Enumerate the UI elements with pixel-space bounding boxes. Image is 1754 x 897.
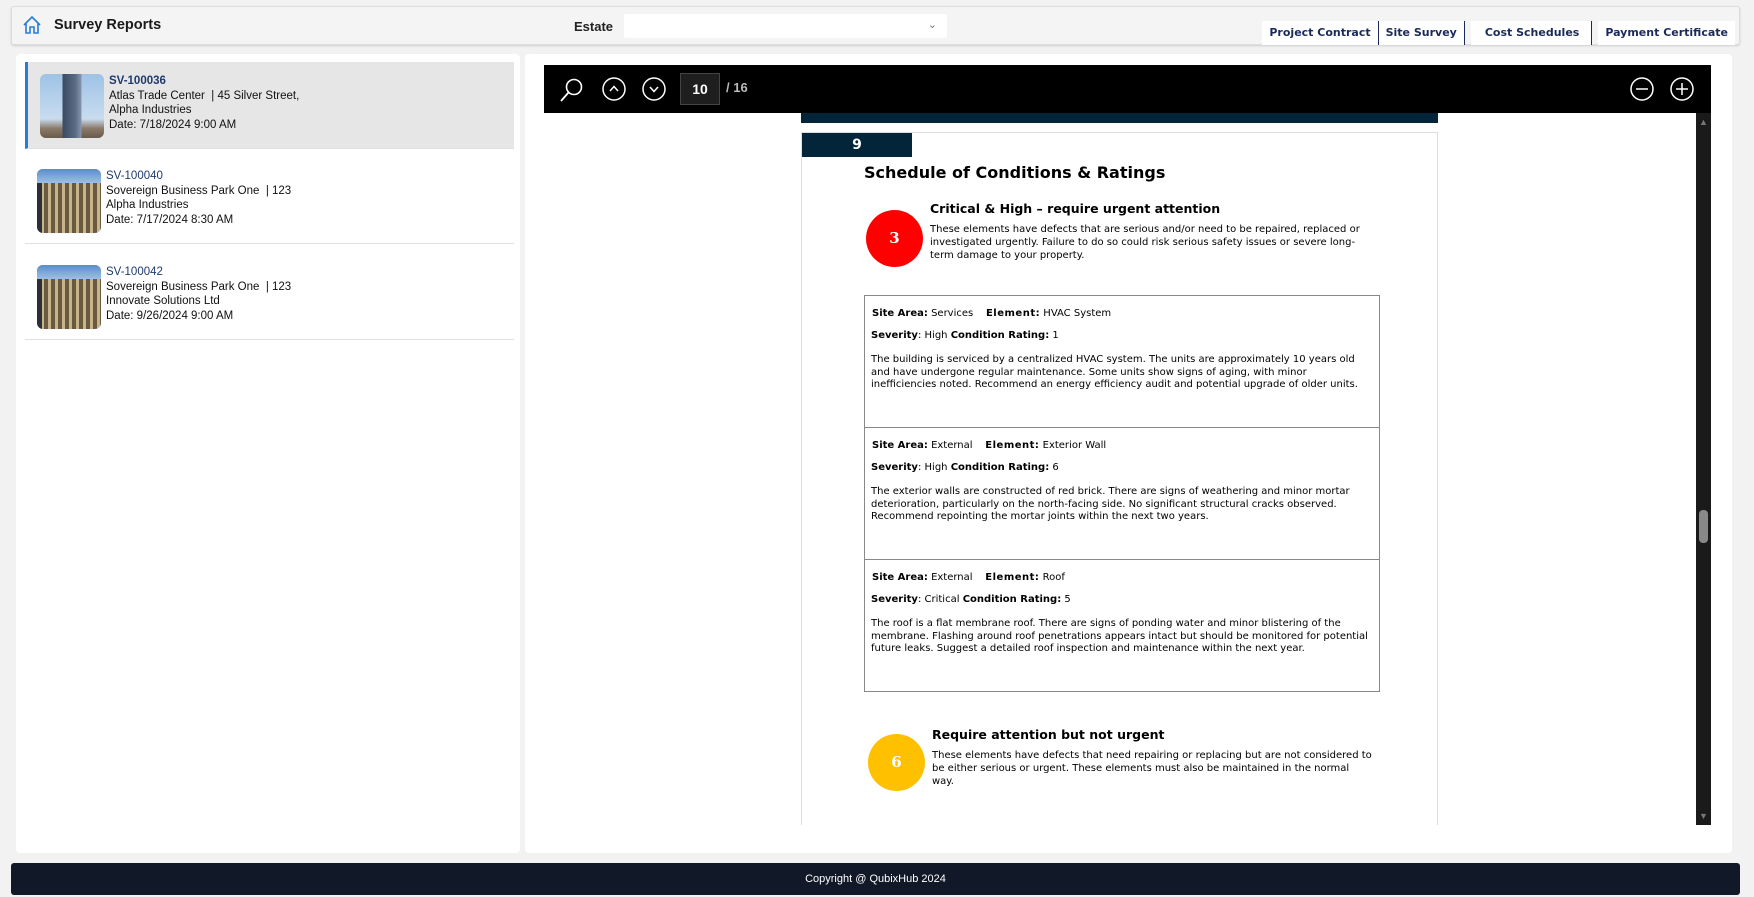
site-area-value: External	[931, 572, 973, 583]
estate-label: Estate	[574, 19, 614, 34]
not-urgent-heading: Require attention but not urgent	[932, 727, 1165, 742]
condition-rating-label: Condition Rating:	[962, 594, 1062, 605]
zoom-in-icon[interactable]	[1670, 77, 1694, 101]
condition-row: Site Area: External Element: Roof Severi…	[865, 560, 1379, 691]
home-icon[interactable]	[22, 15, 42, 35]
previous-page-footer	[801, 113, 1438, 123]
search-icon[interactable]	[558, 77, 584, 103]
survey-code: SV-100036	[109, 75, 166, 87]
site-area-label: Site Area:	[872, 440, 928, 451]
not-urgent-description: These elements have defects that need re…	[932, 750, 1372, 787]
survey-code: SV-100042	[106, 266, 163, 278]
site-name: Atlas Trade Center	[109, 89, 205, 102]
element-value: Exterior Wall	[1042, 440, 1107, 451]
condition-rating-value: 1	[1052, 330, 1059, 341]
element-label: Element:	[985, 308, 1041, 319]
urgent-description: These elements have defects that are ser…	[930, 224, 1360, 261]
chevron-down-icon: ⌄	[927, 19, 937, 31]
module-tabs: Project Contract Site Survey Cost Schedu…	[1262, 21, 1735, 45]
condition-rating-value: 5	[1064, 594, 1071, 605]
severity-value: High	[924, 462, 948, 473]
condition-description: The building is serviced by a centralize…	[871, 354, 1358, 390]
scroll-up-arrow-icon[interactable]: ▲	[1699, 117, 1708, 127]
company-name: Innovate Solutions Ltd	[106, 295, 220, 307]
element-value: HVAC System	[1043, 308, 1112, 319]
page-number-badge: 9	[802, 133, 912, 157]
footer: Copyright @ QubixHub 2024	[11, 863, 1740, 895]
building-thumbnail	[37, 169, 101, 233]
severity-label: Severity	[871, 594, 918, 605]
total-pages: / 16	[726, 80, 748, 95]
tab-payment-certificate[interactable]: Payment Certificate	[1598, 21, 1735, 45]
condition-description: The roof is a flat membrane roof. There …	[871, 618, 1368, 654]
previous-page-icon[interactable]	[602, 77, 626, 101]
building-thumbnail	[37, 265, 101, 329]
condition-description: The exterior walls are constructed of re…	[871, 486, 1350, 522]
tab-site-survey[interactable]: Site Survey	[1378, 21, 1465, 45]
condition-rating-label: Condition Rating:	[950, 330, 1050, 341]
site-address: | 123	[265, 280, 292, 293]
severity-label: Severity	[871, 330, 918, 341]
page-number-input[interactable]: 10	[680, 73, 720, 105]
scroll-down-arrow-icon[interactable]: ▼	[1699, 811, 1708, 821]
document-viewport[interactable]: 9 Schedule of Conditions & Ratings 3 Cri…	[544, 113, 1696, 825]
next-page-icon[interactable]	[642, 77, 666, 101]
urgent-count-badge: 3	[866, 210, 923, 267]
building-thumbnail	[40, 74, 104, 138]
site-name: Sovereign Business Park One	[106, 280, 260, 293]
estate-dropdown[interactable]: ⌄	[624, 14, 947, 38]
urgent-heading: Critical & High – require urgent attenti…	[930, 201, 1221, 216]
survey-list-item[interactable]: SV-100042 Sovereign Business Park One | …	[25, 253, 514, 340]
site-area-label: Site Area:	[872, 308, 928, 319]
zoom-out-icon[interactable]	[1630, 77, 1654, 101]
not-urgent-count-badge: 6	[868, 734, 925, 791]
condition-rating-label: Condition Rating:	[950, 462, 1050, 473]
survey-date: Date: 7/18/2024 9:00 AM	[109, 118, 237, 131]
condition-rating-value: 6	[1052, 462, 1059, 473]
site-area-label: Site Area:	[872, 572, 928, 583]
survey-list-panel: SV-100036 Atlas Trade Center | 45 Silver…	[16, 54, 520, 853]
site-area-value: External	[931, 440, 973, 451]
conditions-table: Site Area: Services Element: HVAC System…	[864, 295, 1380, 692]
tab-project-contract[interactable]: Project Contract	[1262, 21, 1379, 45]
condition-row: Site Area: Services Element: HVAC System…	[865, 296, 1379, 428]
site-address: | 123	[265, 184, 292, 197]
section-title: Schedule of Conditions & Ratings	[864, 163, 1166, 182]
element-label: Element:	[985, 440, 1040, 451]
copyright-text: Copyright @ QubixHub 2024	[805, 873, 946, 885]
severity-value: Critical	[924, 594, 960, 605]
element-label: Element:	[985, 572, 1040, 583]
element-value: Roof	[1042, 572, 1065, 583]
viewer-scrollbar[interactable]: ▲ ▼	[1696, 113, 1711, 825]
tab-cost-schedules[interactable]: Cost Schedules	[1470, 21, 1593, 45]
site-address: | 45 Silver Street,	[211, 89, 300, 102]
page-title: Survey Reports	[54, 17, 162, 33]
severity-value: High	[924, 330, 948, 341]
document-page: 9 Schedule of Conditions & Ratings 3 Cri…	[801, 132, 1438, 825]
pdf-toolbar: 10 / 16	[544, 65, 1711, 113]
survey-code: SV-100040	[106, 170, 163, 182]
top-header: Survey Reports Estate ⌄ Project Contract…	[11, 6, 1740, 45]
company-name: Alpha Industries	[106, 199, 189, 211]
severity-label: Severity	[871, 462, 918, 473]
survey-list-item[interactable]: SV-100040 Sovereign Business Park One | …	[25, 157, 514, 244]
survey-date: Date: 7/17/2024 8:30 AM	[106, 213, 234, 226]
scrollbar-thumb[interactable]	[1699, 510, 1708, 543]
survey-list-item[interactable]: SV-100036 Atlas Trade Center | 45 Silver…	[25, 62, 514, 149]
site-name: Sovereign Business Park One	[106, 184, 260, 197]
condition-row: Site Area: External Element: Exterior Wa…	[865, 428, 1379, 560]
site-area-value: Services	[931, 308, 974, 319]
company-name: Alpha Industries	[109, 104, 192, 116]
survey-date: Date: 9/26/2024 9:00 AM	[106, 309, 234, 322]
